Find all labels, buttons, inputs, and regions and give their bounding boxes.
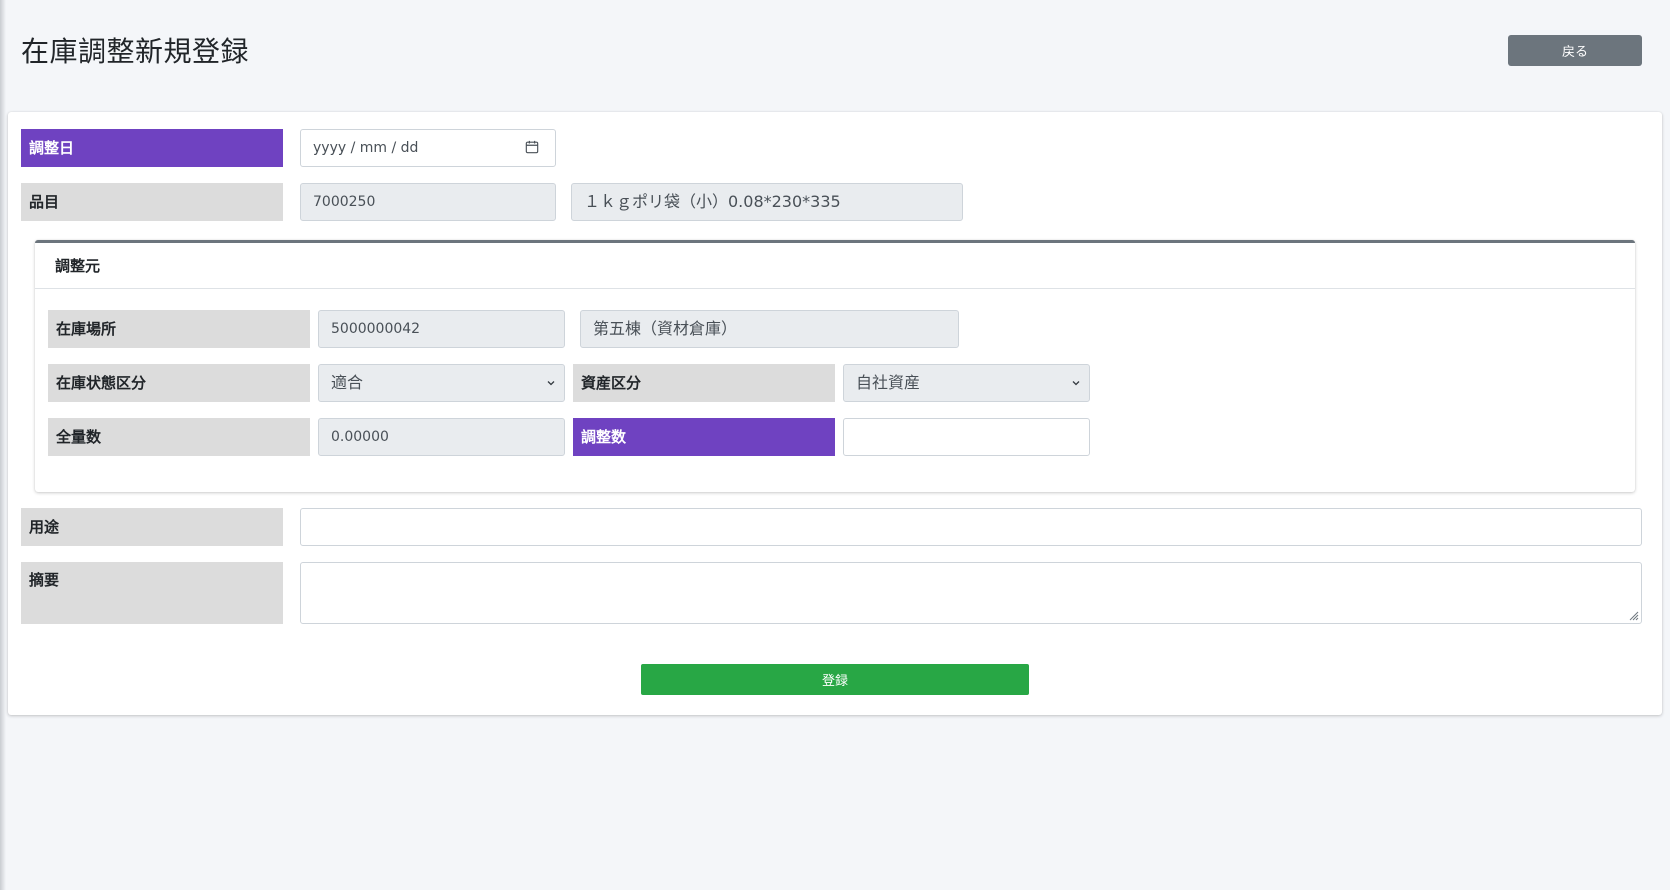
- location-name-field: 第五棟（資材倉庫）: [580, 310, 959, 348]
- purpose-input[interactable]: [300, 508, 1642, 546]
- stock-status-select[interactable]: 適合: [318, 364, 565, 402]
- total-qty-label: 全量数: [48, 418, 310, 456]
- source-section-title: 調整元: [55, 257, 101, 275]
- purpose-label: 用途: [21, 508, 283, 546]
- chevron-down-icon: [547, 381, 555, 386]
- resize-grip-icon[interactable]: [1627, 609, 1639, 621]
- location-label: 在庫場所: [48, 310, 310, 348]
- summary-textarea[interactable]: [300, 562, 1642, 624]
- left-edge-shadow: [0, 0, 6, 890]
- stock-status-label: 在庫状態区分: [48, 364, 310, 402]
- adjust-date-placeholder: yyyy / mm / dd: [313, 140, 419, 156]
- asset-type-value: 自社資産: [856, 373, 921, 392]
- asset-type-label: 資産区分: [573, 364, 835, 402]
- adjust-qty-label: 調整数: [573, 418, 835, 456]
- back-button[interactable]: 戻る: [1508, 35, 1642, 66]
- total-qty-field: 0.00000: [318, 418, 565, 456]
- chevron-down-icon: [1072, 381, 1080, 386]
- adjust-date-input[interactable]: yyyy / mm / dd: [300, 129, 556, 167]
- summary-label: 摘要: [21, 562, 283, 624]
- item-name-field: １ｋｇポリ袋（小）0.08*230*335: [571, 183, 963, 221]
- source-section-header: 調整元: [35, 243, 1635, 289]
- location-code-field: 5000000042: [318, 310, 565, 348]
- asset-type-select[interactable]: 自社資産: [843, 364, 1090, 402]
- page-title: 在庫調整新規登録: [21, 35, 250, 68]
- item-label: 品目: [21, 183, 283, 221]
- calendar-icon[interactable]: [525, 140, 539, 154]
- item-code-field: 7000250: [300, 183, 556, 221]
- submit-button[interactable]: 登録: [641, 664, 1029, 695]
- adjust-qty-input[interactable]: [843, 418, 1090, 456]
- adjust-date-label: 調整日: [21, 129, 283, 167]
- stock-status-value: 適合: [331, 373, 364, 392]
